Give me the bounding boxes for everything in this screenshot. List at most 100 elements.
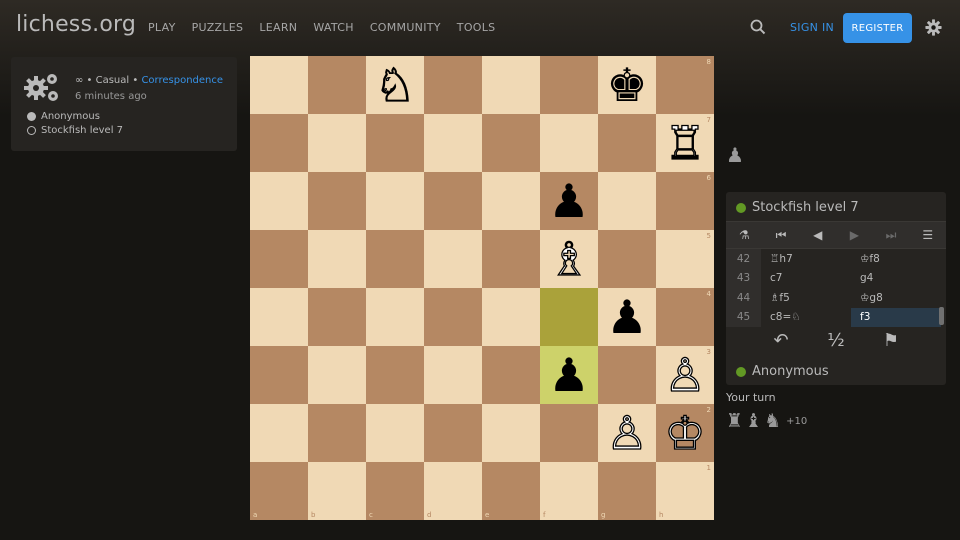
nav-play[interactable]: PLAY [148, 21, 176, 34]
square-c6[interactable] [366, 172, 424, 230]
nav-learn[interactable]: LEARN [259, 21, 297, 34]
square-h5[interactable]: 5 [656, 230, 714, 288]
square-e5[interactable] [482, 230, 540, 288]
top-player-name[interactable]: Stockfish level 7 [752, 200, 859, 215]
square-f4[interactable] [540, 288, 598, 346]
resign-flag-icon[interactable]: ⚑ [876, 330, 906, 351]
square-b1[interactable]: b [308, 462, 366, 520]
square-a3[interactable] [250, 346, 308, 404]
square-g6[interactable] [598, 172, 656, 230]
last-move-button[interactable]: ⏭ [873, 222, 910, 248]
square-a4[interactable] [250, 288, 308, 346]
square-e1[interactable]: e [482, 462, 540, 520]
square-f1[interactable]: f [540, 462, 598, 520]
square-e3[interactable] [482, 346, 540, 404]
square-c7[interactable] [366, 114, 424, 172]
white-move[interactable]: c7 [761, 269, 851, 289]
square-g7[interactable] [598, 114, 656, 172]
square-f3[interactable]: ♟ [540, 346, 598, 404]
square-e7[interactable] [482, 114, 540, 172]
square-g2[interactable]: ♙ [598, 404, 656, 462]
register-button[interactable]: REGISTER [843, 13, 912, 43]
square-d2[interactable] [424, 404, 482, 462]
square-h4[interactable]: 4 [656, 288, 714, 346]
square-f2[interactable] [540, 404, 598, 462]
square-c5[interactable] [366, 230, 424, 288]
nav-tools[interactable]: TOOLS [457, 21, 496, 34]
black-move-active[interactable]: f3 [851, 307, 941, 327]
first-move-button[interactable]: ⏮ [763, 222, 800, 248]
square-a8[interactable] [250, 56, 308, 114]
square-h7[interactable]: 7 ♖ [656, 114, 714, 172]
square-d1[interactable]: d [424, 462, 482, 520]
square-a6[interactable] [250, 172, 308, 230]
black-move[interactable]: g4 [851, 269, 941, 289]
square-b2[interactable] [308, 404, 366, 462]
square-e6[interactable] [482, 172, 540, 230]
search-icon[interactable] [750, 19, 766, 35]
square-a2[interactable] [250, 404, 308, 462]
prev-move-button[interactable]: ◀ [799, 222, 836, 248]
square-e2[interactable] [482, 404, 540, 462]
square-b4[interactable] [308, 288, 366, 346]
white-knight-piece[interactable]: ♘ [374, 61, 417, 108]
square-c3[interactable] [366, 346, 424, 404]
square-f5[interactable]: ♗ [540, 230, 598, 288]
square-h1[interactable]: 1h [656, 462, 714, 520]
square-d8[interactable] [424, 56, 482, 114]
menu-icon[interactable]: ☰ [909, 222, 946, 248]
square-f7[interactable] [540, 114, 598, 172]
takeback-icon[interactable]: ↶ [766, 330, 796, 351]
square-h8[interactable]: 8 [656, 56, 714, 114]
square-f8[interactable] [540, 56, 598, 114]
white-bishop-piece[interactable]: ♗ [548, 235, 591, 282]
nav-puzzles[interactable]: PUZZLES [192, 21, 244, 34]
square-a7[interactable] [250, 114, 308, 172]
square-b5[interactable] [308, 230, 366, 288]
square-d6[interactable] [424, 172, 482, 230]
black-move[interactable]: ♔f8 [851, 249, 941, 269]
white-move[interactable]: ♗f5 [761, 288, 851, 308]
square-h3[interactable]: 3 ♙ [656, 346, 714, 404]
white-move[interactable]: c8=♘ [761, 308, 851, 328]
next-move-button[interactable]: ▶ [836, 222, 873, 248]
black-pawn-piece[interactable]: ♟ [548, 352, 589, 398]
square-g3[interactable] [598, 346, 656, 404]
nav-community[interactable]: COMMUNITY [370, 21, 441, 34]
white-pawn-piece[interactable]: ♙ [664, 351, 707, 398]
square-c8[interactable]: ♘ [366, 56, 424, 114]
square-b6[interactable] [308, 172, 366, 230]
square-d3[interactable] [424, 346, 482, 404]
square-f6[interactable]: ♟ [540, 172, 598, 230]
move-list-scrollbar[interactable] [939, 307, 944, 325]
square-g4[interactable]: ♟ [598, 288, 656, 346]
square-g8[interactable]: ♚ [598, 56, 656, 114]
white-pawn-piece[interactable]: ♙ [606, 409, 649, 456]
white-move[interactable]: ♖h7 [761, 249, 851, 269]
square-e4[interactable] [482, 288, 540, 346]
game-variant-link[interactable]: Correspondence [141, 75, 223, 86]
square-b8[interactable] [308, 56, 366, 114]
square-h2[interactable]: 2 ♔ [656, 404, 714, 462]
black-pawn-piece[interactable]: ♟ [548, 178, 589, 224]
square-a1[interactable]: a [250, 462, 308, 520]
offer-draw-button[interactable]: ½ [821, 330, 851, 351]
square-g1[interactable]: g [598, 462, 656, 520]
chess-board[interactable]: ♘ ♚ 8 7 ♖ ♟ 6 ♗ 5 ♟ 4 ♟ 3 ♙ ♙ 2 ♔ a b c d e f g 1 h [250, 56, 714, 520]
sign-in-link[interactable]: SIGN IN [790, 21, 834, 34]
square-h6[interactable]: 6 [656, 172, 714, 230]
square-d5[interactable] [424, 230, 482, 288]
site-logo[interactable]: lichess.org [16, 12, 136, 37]
square-d4[interactable] [424, 288, 482, 346]
black-pawn-piece[interactable]: ♟ [606, 294, 647, 340]
square-e8[interactable] [482, 56, 540, 114]
white-king-piece[interactable]: ♔ [664, 409, 707, 456]
square-b3[interactable] [308, 346, 366, 404]
gear-icon[interactable] [925, 19, 942, 36]
analysis-icon[interactable]: ⚗ [726, 222, 763, 248]
square-a5[interactable] [250, 230, 308, 288]
square-b7[interactable] [308, 114, 366, 172]
black-king-piece[interactable]: ♚ [606, 62, 647, 108]
square-d7[interactable] [424, 114, 482, 172]
square-c2[interactable] [366, 404, 424, 462]
